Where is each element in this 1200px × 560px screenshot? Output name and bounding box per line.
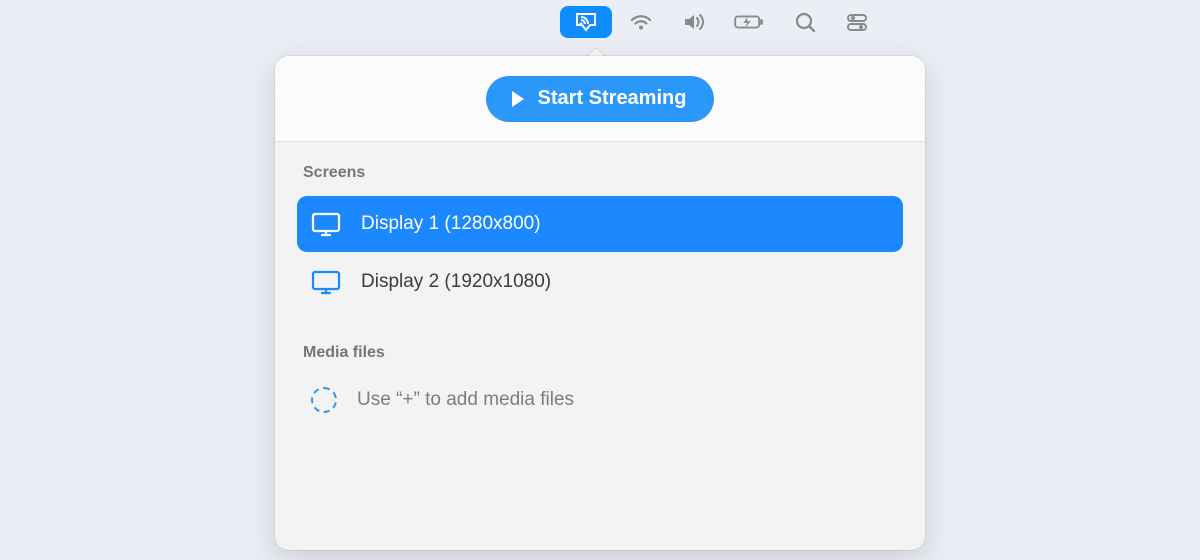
- popover-header: Start Streaming: [275, 56, 925, 142]
- media-heading: Media files: [297, 344, 903, 362]
- streaming-popover: Start Streaming Screens Display 1 (1280x…: [275, 56, 925, 550]
- media-placeholder-label: Use “+” to add media files: [357, 389, 574, 411]
- battery-charging-icon[interactable]: [722, 6, 776, 38]
- airplay-icon[interactable]: [560, 6, 612, 38]
- screen-label: Display 1 (1280x800): [361, 213, 541, 235]
- screen-row-display-1[interactable]: Display 1 (1280x800): [297, 196, 903, 252]
- volume-icon[interactable]: [670, 6, 716, 38]
- screens-heading: Screens: [297, 164, 903, 182]
- control-center-icon[interactable]: [834, 6, 880, 38]
- play-icon: [508, 89, 526, 109]
- monitor-icon: [311, 269, 341, 295]
- media-placeholder-row: Use “+” to add media files: [297, 376, 903, 424]
- start-streaming-button[interactable]: Start Streaming: [486, 76, 715, 122]
- menubar: [560, 6, 880, 38]
- monitor-icon: [311, 211, 341, 237]
- screens-section: Screens Display 1 (1280x800) Display 2 (…: [275, 142, 925, 310]
- wifi-icon[interactable]: [618, 6, 664, 38]
- start-streaming-label: Start Streaming: [538, 87, 687, 110]
- media-section: Media files Use “+” to add media files: [275, 310, 925, 424]
- screen-label: Display 2 (1920x1080): [361, 271, 551, 293]
- screen-row-display-2[interactable]: Display 2 (1920x1080): [297, 254, 903, 310]
- add-placeholder-icon: [311, 387, 337, 413]
- search-icon[interactable]: [782, 6, 828, 38]
